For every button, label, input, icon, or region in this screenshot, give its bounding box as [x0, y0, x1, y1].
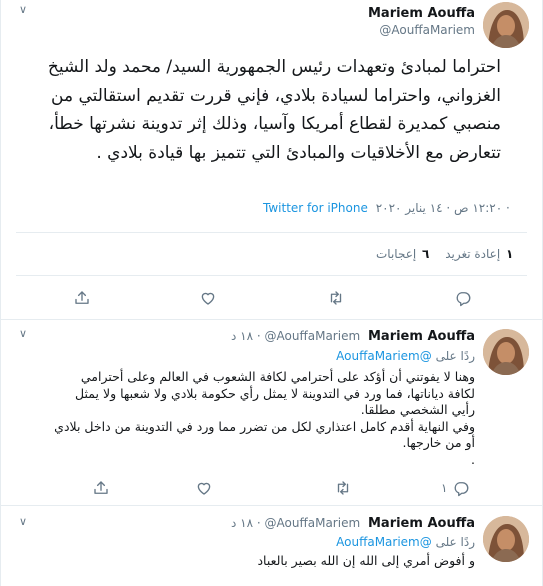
retweet-icon: [334, 479, 352, 497]
display-name[interactable]: Mariem Aouffa: [368, 6, 475, 21]
display-name[interactable]: Mariem Aouffa: [368, 329, 475, 344]
retweet-button[interactable]: [327, 289, 345, 307]
like-button[interactable]: [199, 289, 217, 307]
avatar[interactable]: [483, 329, 529, 375]
reply-button[interactable]: [454, 289, 472, 307]
replying-handle[interactable]: @AouffaMariem: [336, 349, 432, 363]
replying-to: ردًا على @AouffaMariem: [336, 349, 475, 363]
handle[interactable]: @AouffaMariem: [379, 23, 475, 37]
display-name[interactable]: Mariem Aouffa: [368, 516, 475, 531]
heart-icon: [199, 289, 217, 307]
reply-header: ١٨ د · @AouffaMariem Mariem Aouffa: [231, 329, 475, 344]
tweet-text: احتراما لمبادئ وتعهدات رئيس الجمهورية ال…: [47, 57, 501, 163]
handle[interactable]: @AouffaMariem: [265, 516, 361, 530]
stats-divider: [16, 232, 527, 233]
reply-line: وفي النهاية أقدم كامل اعتذاري لكل من تضر…: [54, 418, 475, 434]
reply-line: وهنا لا يفوتني أن أؤكد على أحترامي لكافة…: [80, 369, 475, 384]
tweet-thread: ∨ Mariem Aouffa @AouffaMariem احتراما لم…: [0, 0, 543, 586]
share-button[interactable]: [73, 289, 91, 307]
reply-text: وهنا لا يفوتني أن أؤكد على أحترامي لكافة…: [45, 369, 475, 469]
actions-divider: [16, 275, 527, 276]
tweet-timestamp[interactable]: ١٢:٢٠ ص · ١٤ يناير ٢٠٢٠ ·: [376, 201, 510, 215]
reply-count: ١: [441, 481, 448, 495]
avatar[interactable]: [483, 516, 529, 562]
share-button[interactable]: [92, 479, 110, 497]
avatar[interactable]: [483, 2, 529, 48]
tweet-stats: ١ إعادة تغريد ٦ إعجابات: [376, 247, 513, 261]
reply-time[interactable]: ١٨ د: [231, 329, 253, 343]
reply-icon: [454, 289, 472, 307]
replying-label: ردًا على: [435, 535, 475, 549]
reply-line: لكافة دياناتها، فما ورد في التدوينة لا ي…: [75, 385, 475, 401]
chevron-down-icon[interactable]: ∨: [19, 4, 27, 16]
like-label[interactable]: إعجابات: [376, 247, 416, 261]
reply-button[interactable]: ١: [441, 479, 470, 497]
reply-line: و أفوض أمري إلى الله إن الله بصير بالعبا…: [257, 553, 475, 568]
replying-label: ردًا على: [435, 349, 475, 363]
handle[interactable]: @AouffaMariem: [265, 329, 361, 343]
reply-line: أو من خارجها.: [402, 435, 475, 451]
reply-tweet[interactable]: ∨ ١٨ د · @AouffaMariem Mariem Aouffa ردً…: [1, 506, 542, 586]
share-icon: [92, 479, 110, 497]
reply-header: ١٨ د · @AouffaMariem Mariem Aouffa: [231, 516, 475, 531]
heart-icon: [195, 479, 213, 497]
share-icon: [73, 289, 91, 307]
chevron-down-icon[interactable]: ∨: [19, 516, 27, 528]
chevron-down-icon[interactable]: ∨: [19, 328, 27, 340]
replying-to: ردًا على @AouffaMariem: [336, 535, 475, 549]
reply-tweet[interactable]: ∨ ١٨ د · @AouffaMariem Mariem Aouffa ردً…: [1, 320, 542, 506]
retweet-button[interactable]: [334, 479, 352, 497]
replying-handle[interactable]: @AouffaMariem: [336, 535, 432, 549]
reply-text: و أفوض أمري إلى الله إن الله بصير بالعبا…: [45, 553, 475, 570]
separator-dot: ·: [256, 516, 265, 530]
like-count[interactable]: ٦: [422, 247, 429, 261]
like-button[interactable]: [195, 479, 213, 497]
main-tweet[interactable]: ∨ Mariem Aouffa @AouffaMariem احتراما لم…: [1, 0, 542, 320]
retweet-label[interactable]: إعادة تغريد: [445, 247, 500, 261]
tweet-meta: Twitter for iPhone ١٢:٢٠ ص · ١٤ يناير ٢٠…: [263, 201, 510, 215]
reply-line: رأيي الشخصي مطلقا.: [360, 402, 475, 418]
reply-time[interactable]: ١٨ د: [231, 516, 253, 530]
retweet-icon: [327, 289, 345, 307]
retweet-count[interactable]: ١: [506, 247, 513, 261]
tweet-source[interactable]: Twitter for iPhone: [263, 201, 368, 215]
separator-dot: ·: [256, 329, 265, 343]
reply-line: .: [471, 451, 475, 467]
reply-icon: [452, 479, 470, 497]
